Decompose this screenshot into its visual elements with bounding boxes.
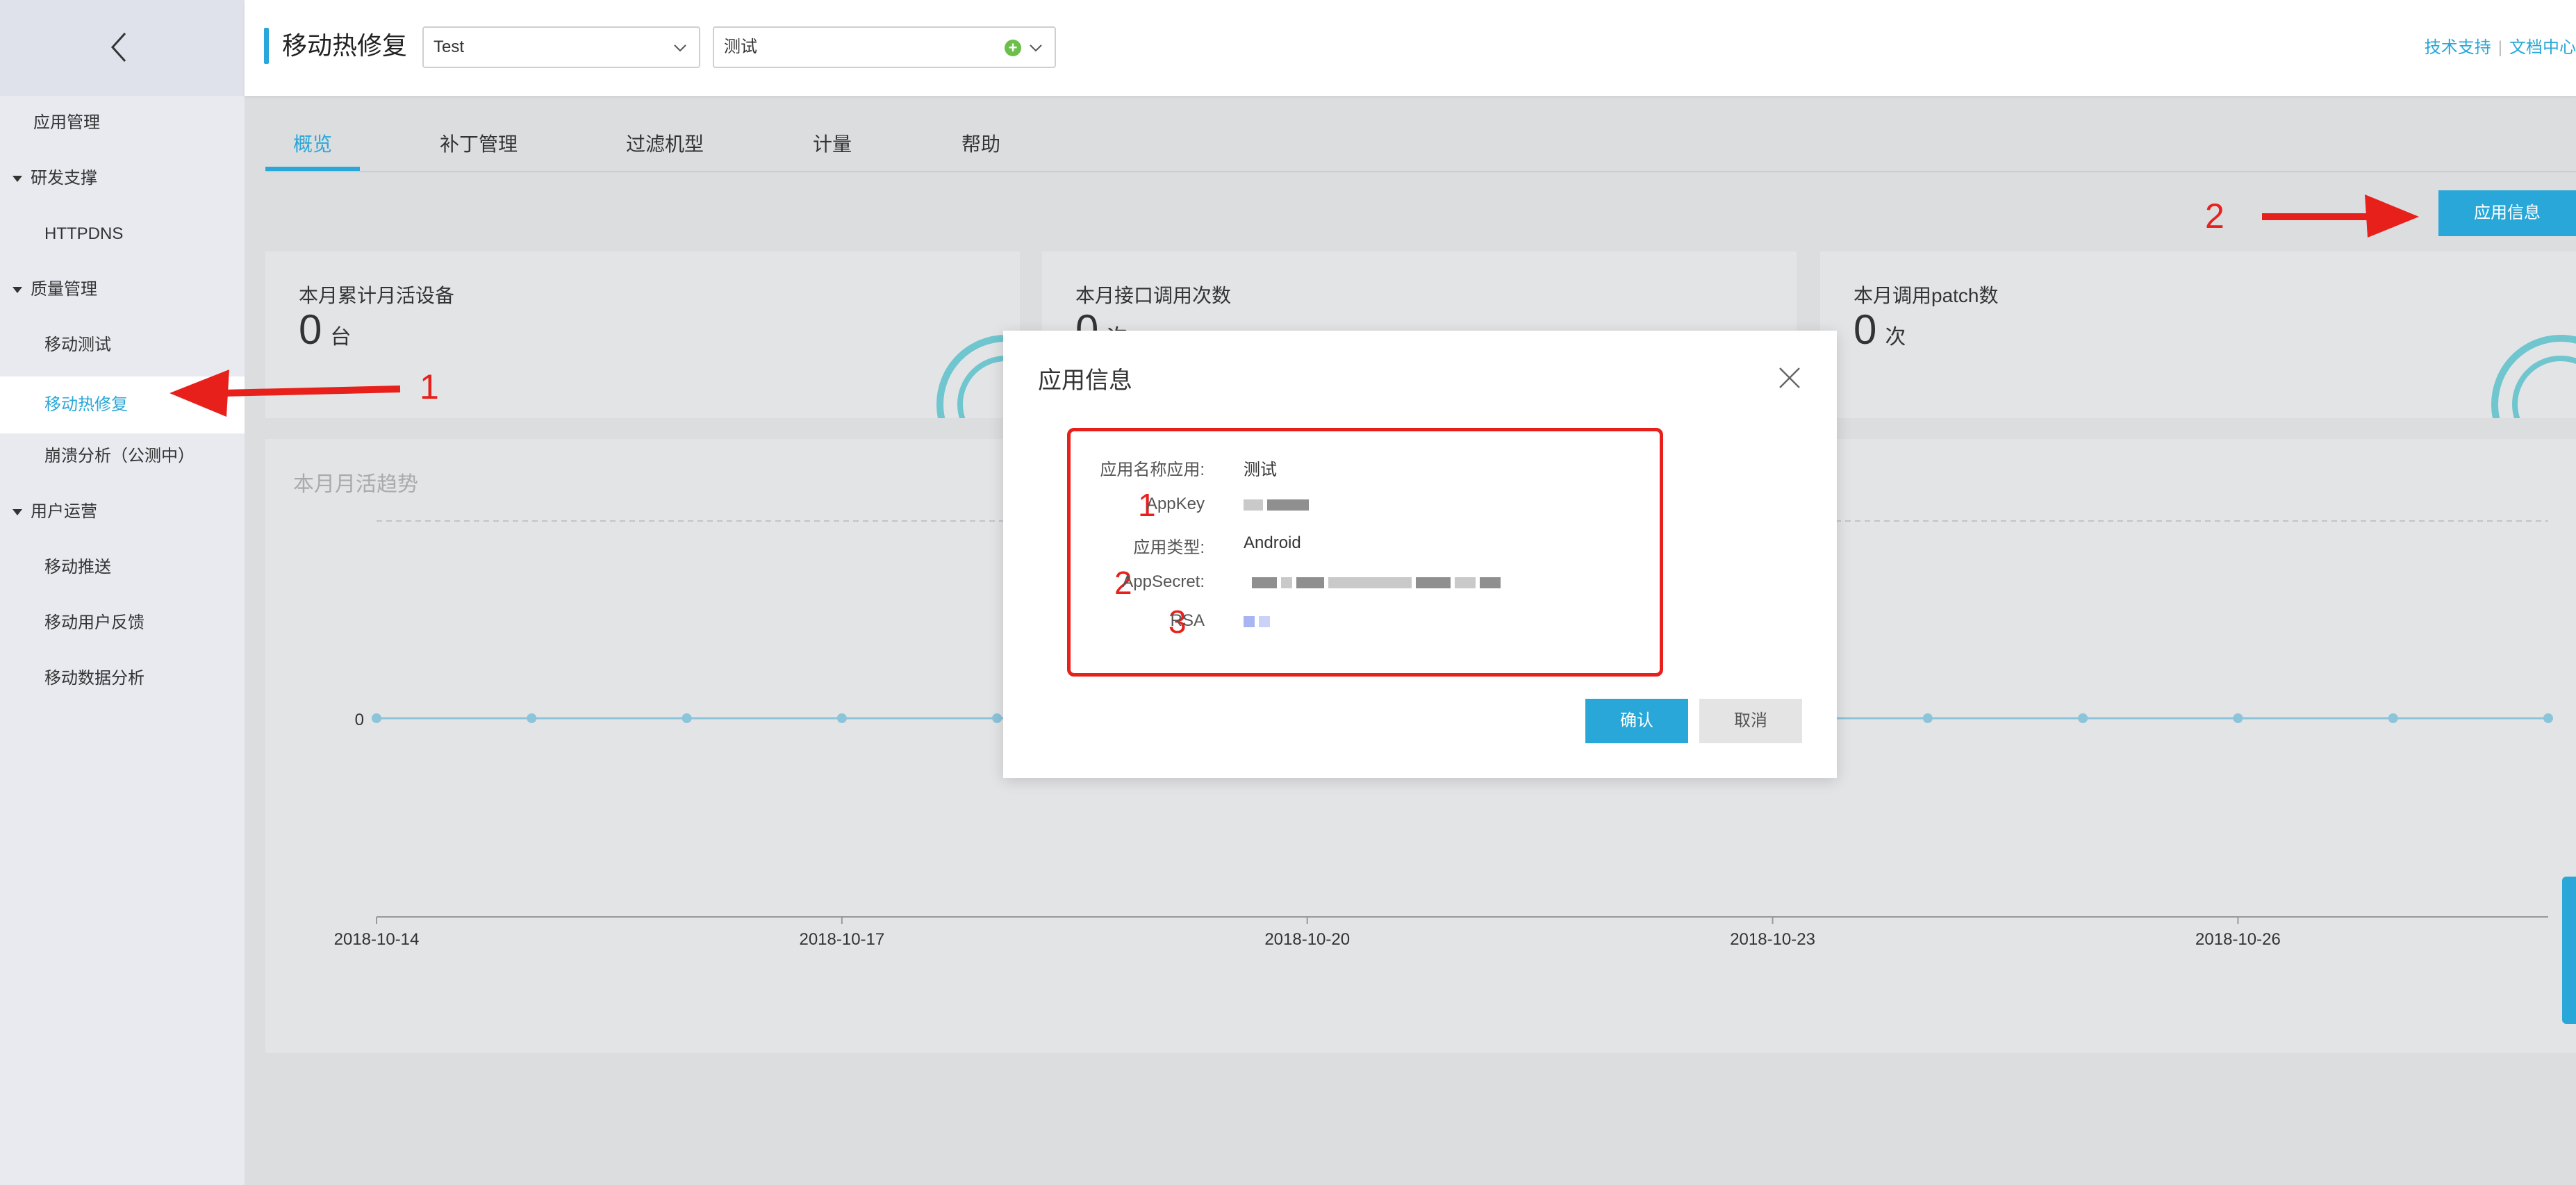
title-accent-bar [264,28,269,64]
tab-help[interactable]: 帮助 [953,125,1009,171]
card-title: 本月累计月活设备 [299,285,455,306]
sidebar-group-user-ops[interactable]: 用户运营 [0,489,245,535]
tech-support-link[interactable]: 技术支持 [2425,38,2491,57]
app-info-button[interactable]: 应用信息 [2438,190,2576,236]
chevron-down-icon [674,44,686,52]
caret-down-icon [13,176,22,182]
project-select-value: 测试 [724,38,757,56]
caret-down-icon [13,287,22,293]
data-point [2233,713,2243,723]
stat-card-patch-calls: 本月调用patch数 0次 [1820,251,2576,418]
app-name-label: 应用名称应用: [1100,461,1205,479]
floating-feedback-tab[interactable] [2562,877,2576,1024]
card-unit: 次 [1885,326,1906,349]
arrow-to-app-info-button [2262,194,2419,238]
x-tick-label: 2018-10-26 [2195,930,2281,949]
tab-metering[interactable]: 计量 [804,125,860,171]
sidebar-item-push[interactable]: 移动推送 [0,545,245,590]
chevron-left-icon[interactable] [104,28,138,67]
card-value-number: 0 [1853,306,1877,353]
appsecret-value-redacted [1252,572,1505,592]
sidebar-item-label: 崩溃分析（公测中） [44,447,195,465]
page-title: 移动热修复 [282,31,408,60]
data-point [1922,713,1933,723]
sidebar-item-label: 质量管理 [31,280,97,299]
tab-device-filter[interactable]: 过滤机型 [617,125,713,171]
sidebar-group-quality[interactable]: 质量管理 [0,267,245,313]
sidebar-item-app-management[interactable]: 应用管理 [0,100,245,146]
card-value-number: 0 [299,306,322,353]
sidebar-item-feedback[interactable]: 移动用户反馈 [0,600,245,646]
app-name-value: 测试 [1244,461,1277,479]
sidebar-group-dev-support[interactable]: 研发支撑 [0,156,245,201]
plus-icon[interactable]: + [1005,40,1021,56]
data-point [527,713,537,723]
x-tick-label: 2018-10-23 [1730,930,1815,949]
sidebar-item-label: 移动测试 [44,335,111,354]
data-point [836,713,847,723]
sidebar-item-data-analysis[interactable]: 移动数据分析 [0,656,245,702]
sidebar: 应用管理 研发支撑 HTTPDNS 质量管理 移动测试 移动热修复 崩溃分析（公… [0,0,245,1185]
card-unit: 台 [330,326,352,349]
y-tick-label: 0 [355,711,364,729]
docs-center-link[interactable]: 文档中心 [2509,38,2576,57]
card-title: 本月接口调用次数 [1075,285,1232,306]
rsa-label: RSA [1170,611,1205,630]
caret-down-icon [13,509,22,515]
app-select-value: Test [434,38,465,56]
sidebar-item-label: 移动推送 [44,558,111,577]
link-separator: | [2497,38,2502,57]
sidebar-item-label: 移动用户反馈 [44,613,145,632]
sidebar-item-label: HTTPDNS [44,224,124,243]
sidebar-item-label: 移动数据分析 [44,669,145,688]
sidebar-item-label: 移动热修复 [44,395,128,414]
top-bar: 移动热修复 Test 测试 + 技术支持 | 文档中心 [245,0,2576,96]
annotation-number: 1 [420,367,439,406]
card-value: 0次 [1853,306,1906,354]
data-point [2078,713,2088,723]
app-select[interactable]: Test [422,26,700,68]
app-type-value: Android [1244,533,1301,552]
tab-patch-management[interactable]: 补丁管理 [431,125,527,171]
sidebar-item-crash-analysis[interactable]: 崩溃分析（公测中） [0,433,245,479]
annotation-number: 2 [2205,197,2224,235]
chevron-down-icon [1030,44,1042,52]
sidebar-item-label: 应用管理 [33,113,100,132]
data-point [992,713,1002,723]
data-point [372,713,381,723]
x-tick-label: 2018-10-20 [1264,930,1350,949]
sidebar-item-label: 研发支撑 [31,169,97,188]
data-point [682,713,692,723]
data-point [2543,713,2553,723]
confirm-button[interactable]: 确认 [1585,699,1688,743]
cancel-button[interactable]: 取消 [1699,699,1802,743]
card-title: 本月调用patch数 [1853,285,1999,306]
sidebar-item-httpdns[interactable]: HTTPDNS [0,211,245,257]
app-info-dialog: 应用信息 应用名称应用: 测试 1 AppKey 应用类型: Android 2… [1003,331,1837,778]
appsecret-label: AppSecret: [1122,572,1205,591]
tab-bar: 概览 补丁管理 过滤机型 计量 帮助 [265,125,2576,172]
header-links: 技术支持 | 文档中心 [2425,33,2576,58]
x-tick-label: 2018-10-14 [334,930,420,949]
tab-overview[interactable]: 概览 [265,125,360,171]
close-icon[interactable] [1777,365,1802,390]
sidebar-item-hotfix[interactable]: 移动热修复 [0,376,245,433]
rsa-value-redacted [1244,611,1274,631]
card-value: 0台 [299,306,351,354]
appkey-value-redacted [1244,495,1313,514]
dialog-title: 应用信息 [1038,367,1132,394]
data-point [2388,713,2398,723]
appkey-label: AppKey [1146,495,1205,513]
app-type-label: 应用类型: [1133,538,1205,557]
x-tick-label: 2018-10-17 [799,930,884,949]
sidebar-item-mobile-test[interactable]: 移动测试 [0,322,245,368]
sidebar-item-label: 用户运营 [31,502,97,521]
project-select[interactable]: 测试 + [713,26,1056,68]
stat-card-mau: 本月累计月活设备 0台 [265,251,1020,418]
sidebar-header [0,0,245,96]
